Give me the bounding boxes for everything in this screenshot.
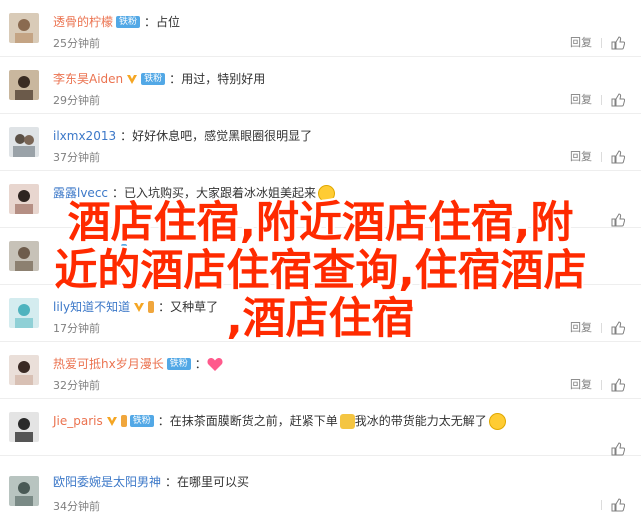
comment-actions: 回复 xyxy=(570,93,625,107)
thumbs-up-icon[interactable] xyxy=(611,213,625,227)
comment-actions xyxy=(611,213,625,227)
reply-button[interactable]: 回复 xyxy=(570,93,592,107)
verified-v-icon xyxy=(127,75,138,84)
divider xyxy=(601,500,602,510)
comment-text: ：用过，特别好用 xyxy=(169,72,266,86)
comment-text: ： xyxy=(194,357,207,371)
avatar[interactable] xyxy=(9,476,39,506)
fan-badge: 铁粉 xyxy=(129,415,154,427)
thumbs-up-icon[interactable] xyxy=(611,498,625,512)
verified-v-icon xyxy=(134,303,145,312)
divider xyxy=(601,152,602,162)
comment-item: lily知道不知道 ：又种草了 17分钟前 回复 xyxy=(0,285,641,342)
fan-badge: 铁粉 xyxy=(141,73,166,85)
comment-item: 露露lvecc ：已入坑购买，大家跟着冰冰姐美起来 xyxy=(0,171,641,228)
comment-time: 29分钟前 xyxy=(53,94,100,107)
comment-actions: 回复 xyxy=(570,378,625,392)
divider xyxy=(601,38,602,48)
grin-emoji-icon xyxy=(318,184,336,202)
avatar[interactable] xyxy=(9,13,39,43)
comment-text-continued: 我冰的带货能力太无解了 xyxy=(354,414,487,428)
thumbs-up-icon[interactable] xyxy=(611,150,625,164)
reply-button[interactable]: 回复 xyxy=(570,321,592,335)
fan-badge: 铁粉 xyxy=(116,16,141,28)
reply-button[interactable]: 回复 xyxy=(570,150,592,164)
reply-button[interactable]: 回复 xyxy=(570,378,592,392)
fan-badge xyxy=(121,244,127,256)
avatar[interactable] xyxy=(9,412,39,442)
fan-badge: 铁粉 xyxy=(166,358,191,370)
thumbs-up-icon[interactable] xyxy=(611,442,625,456)
wink-emoji-icon xyxy=(488,412,506,430)
username[interactable]: 李东昊Aiden xyxy=(53,70,123,88)
comment-actions: 回复 xyxy=(570,36,625,50)
comment-actions xyxy=(598,498,625,512)
comment-time: 32分钟前 xyxy=(53,379,100,392)
cat-emoji-icon xyxy=(339,413,355,429)
avatar[interactable] xyxy=(9,298,39,328)
comment-item: 透骨的柠檬 铁粉 ：占位 25分钟前 回复 xyxy=(0,0,641,57)
comment-item: 欧阳委婉是太阳男神 ：在哪里可以买 34分钟前 xyxy=(0,456,641,513)
avatar[interactable] xyxy=(9,355,39,385)
avatar[interactable] xyxy=(9,241,39,271)
divider xyxy=(601,95,602,105)
comment-item: Jie_paris 铁粉 ：在抹茶面膜断货之前，赶紧下单 我冰的带货能力太无解了 xyxy=(0,399,641,456)
verified-v-icon xyxy=(106,417,117,426)
comment-item xyxy=(0,228,641,285)
thumbs-up-icon[interactable] xyxy=(611,378,625,392)
comment-time: 25分钟前 xyxy=(53,37,100,50)
reply-button[interactable]: 回复 xyxy=(570,36,592,50)
divider xyxy=(601,380,602,390)
username[interactable]: ilxmx2013 xyxy=(53,127,116,145)
thumbs-up-icon[interactable] xyxy=(611,321,625,335)
comment-text: ：在抹茶面膜断货之前，赶紧下单 xyxy=(157,414,338,428)
username[interactable]: 露露lvecc xyxy=(53,184,108,202)
comment-actions: 回复 xyxy=(570,150,625,164)
comment-time: 34分钟前 xyxy=(53,500,100,513)
comment-actions xyxy=(611,442,625,456)
username[interactable]: 欧阳委婉是太阳男神 xyxy=(53,473,161,491)
divider xyxy=(601,323,602,333)
username[interactable]: lily知道不知道 xyxy=(53,298,130,316)
comment-item: 热爱可抵hx岁月漫长 铁粉 ： 32分钟前 回复 xyxy=(0,342,641,399)
thumbs-up-icon[interactable] xyxy=(611,93,625,107)
level-badge xyxy=(120,415,127,427)
username[interactable]: 透骨的柠檬 xyxy=(53,13,113,31)
level-badge xyxy=(148,301,155,313)
username[interactable]: 热爱可抵hx岁月漫长 xyxy=(53,355,164,373)
comment-time: 17分钟前 xyxy=(53,322,100,335)
comment-actions: 回复 xyxy=(570,321,625,335)
comment-text: ：占位 xyxy=(144,15,181,29)
comment-time: 37分钟前 xyxy=(53,151,100,164)
comment-text: ：已入坑购买，大家跟着冰冰姐美起来 xyxy=(112,186,317,200)
username[interactable]: Jie_paris xyxy=(53,412,103,430)
comment-text: ：又种草了 xyxy=(158,300,219,314)
comment-text: ：好好休息吧，感觉黑眼圈很明显了 xyxy=(120,129,313,143)
thumbs-up-icon[interactable] xyxy=(611,36,625,50)
avatar[interactable] xyxy=(9,70,39,100)
heart-emoji-icon xyxy=(207,357,223,371)
avatar[interactable] xyxy=(9,184,39,214)
comment-item: 李东昊Aiden 铁粉 ：用过，特别好用 29分钟前 回复 xyxy=(0,57,641,114)
avatar[interactable] xyxy=(9,127,39,157)
comment-item: ilxmx2013 ：好好休息吧，感觉黑眼圈很明显了 37分钟前 回复 xyxy=(0,114,641,171)
comment-text: ：在哪里可以买 xyxy=(165,475,250,489)
